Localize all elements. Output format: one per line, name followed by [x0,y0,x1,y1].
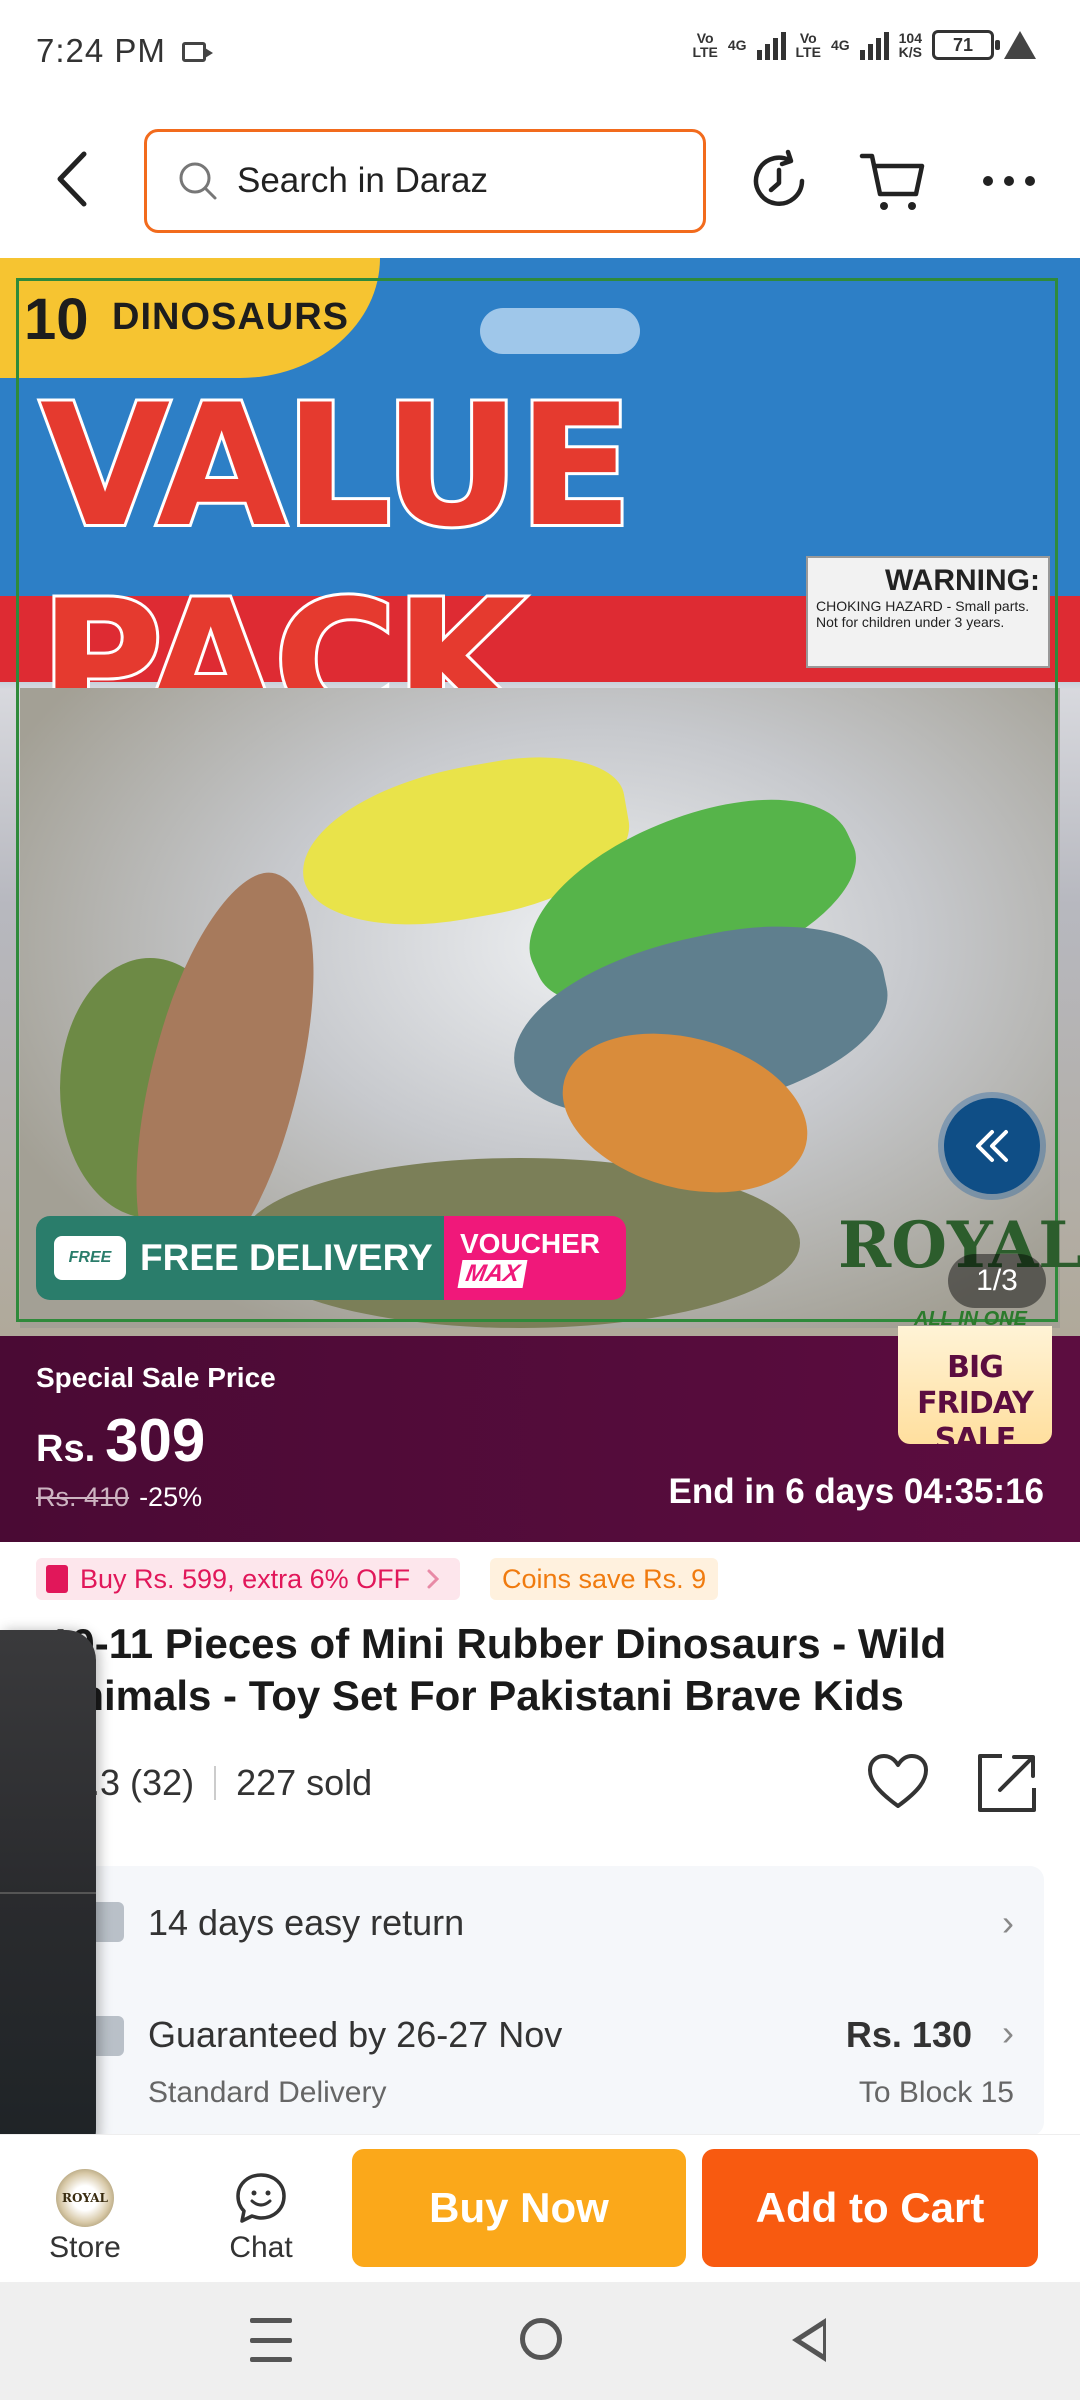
search-icon [179,162,217,200]
coins-promo[interactable]: Coins save Rs. 9 [490,1558,719,1600]
delivery-fee: Rs. 130 [845,2014,972,2055]
status-indicators: Vo LTE 4G Vo LTE 4G 104 K/S 71 [692,30,1036,60]
chevron-right-icon [427,1569,440,1589]
chat-button[interactable]: Chat [206,2169,316,2265]
add-to-cart-button[interactable]: Add to Cart [702,2149,1038,2267]
search-placeholder: Search in Daraz [237,161,488,200]
network-type-1: 4G [727,37,747,53]
double-chevron-left-icon [976,1130,1008,1162]
recent-apps-icon[interactable] [250,2318,292,2362]
store-logo: ROYAL [56,2169,114,2227]
free-delivery-badge: FREE FREE DELIVERY [36,1216,444,1300]
sold-count: 227 sold [236,1762,373,1803]
divider [0,1892,96,1894]
delivery-type: Standard Delivery [148,2076,387,2109]
delivery-truck-icon: FREE [54,1236,126,1280]
store-label: Store [49,2231,121,2264]
more-options-icon[interactable] [974,146,1044,216]
discount-percent: -25% [139,1482,203,1512]
search-input[interactable]: Search in Daraz [144,129,706,233]
sale-label: Special Sale Price [36,1362,276,1393]
bottom-action-bar: ROYAL Store Chat Buy Now Add to Cart [0,2134,1080,2282]
buy-now-button[interactable]: Buy Now [352,2149,686,2267]
network-speed: 104 K/S [898,30,922,60]
back-arrow-icon[interactable] [40,144,110,214]
alert-icon [1004,31,1036,59]
chevron-right-icon[interactable]: › [1002,2012,1014,2054]
history-icon[interactable] [744,146,814,216]
service-info-box: 14 days easy return › Guaranteed by 26-2… [36,1866,1044,2136]
chat-icon [236,2173,286,2223]
sale-price: Rs. 309 [36,1407,206,1474]
share-icon[interactable] [976,1752,1038,1814]
wishlist-heart-icon[interactable] [866,1752,930,1812]
voucher-max-badge: VOUCHER MAX [444,1216,626,1300]
chevron-right-icon[interactable]: › [1002,1902,1014,1944]
volte-indicator-2: Vo LTE [795,30,821,60]
store-button[interactable]: ROYAL Store [40,2169,130,2265]
delivery-guarantee[interactable]: Guaranteed by 26-27 Nov [148,2014,562,2056]
extra-off-promo[interactable]: Buy Rs. 599, extra 6% OFF [36,1558,461,1600]
top-nav: Search in Daraz [0,106,1080,258]
status-bar: 7:24 PM Vo LTE 4G Vo LTE 4G 104 K/S 71 [0,0,1080,106]
collapse-button[interactable] [944,1098,1040,1194]
return-policy[interactable]: 14 days easy return [148,1902,464,1944]
cart-icon[interactable] [858,146,928,216]
back-triangle-icon[interactable] [792,2318,826,2362]
home-icon[interactable] [520,2318,562,2360]
original-price: Rs. 410 -25% [36,1482,203,1512]
battery-icon: 71 [932,30,1000,60]
floating-side-panel[interactable] [0,1630,96,2160]
signal-icon-1 [756,30,786,60]
image-frame [16,278,1058,1322]
product-image-carousel[interactable]: 10 DINOSAURS VALUE PACK WARNING: CHOKING… [0,258,1080,1336]
image-counter: 1/3 [948,1254,1046,1308]
system-nav-bar [0,2282,1080,2400]
delivery-location: To Block 15 [858,2076,1014,2109]
status-time: 7:24 PM [36,32,166,69]
signal-icon-2 [859,30,889,60]
big-friday-sale-badge: BIG FRIDAY SALE [898,1326,1052,1457]
rating-row[interactable]: 4.3 (32) 227 sold [70,1762,372,1804]
chat-label: Chat [229,2231,293,2264]
divider [214,1766,217,1800]
video-recording-icon [182,42,213,62]
voucher-icon [46,1565,68,1593]
product-title: 10-11 Pieces of Mini Rubber Dinosaurs - … [48,1620,947,1719]
network-type-2: 4G [830,37,850,53]
sale-countdown: End in 6 days 04:35:16 [668,1472,1044,1511]
volte-indicator-1: Vo LTE [692,30,718,60]
